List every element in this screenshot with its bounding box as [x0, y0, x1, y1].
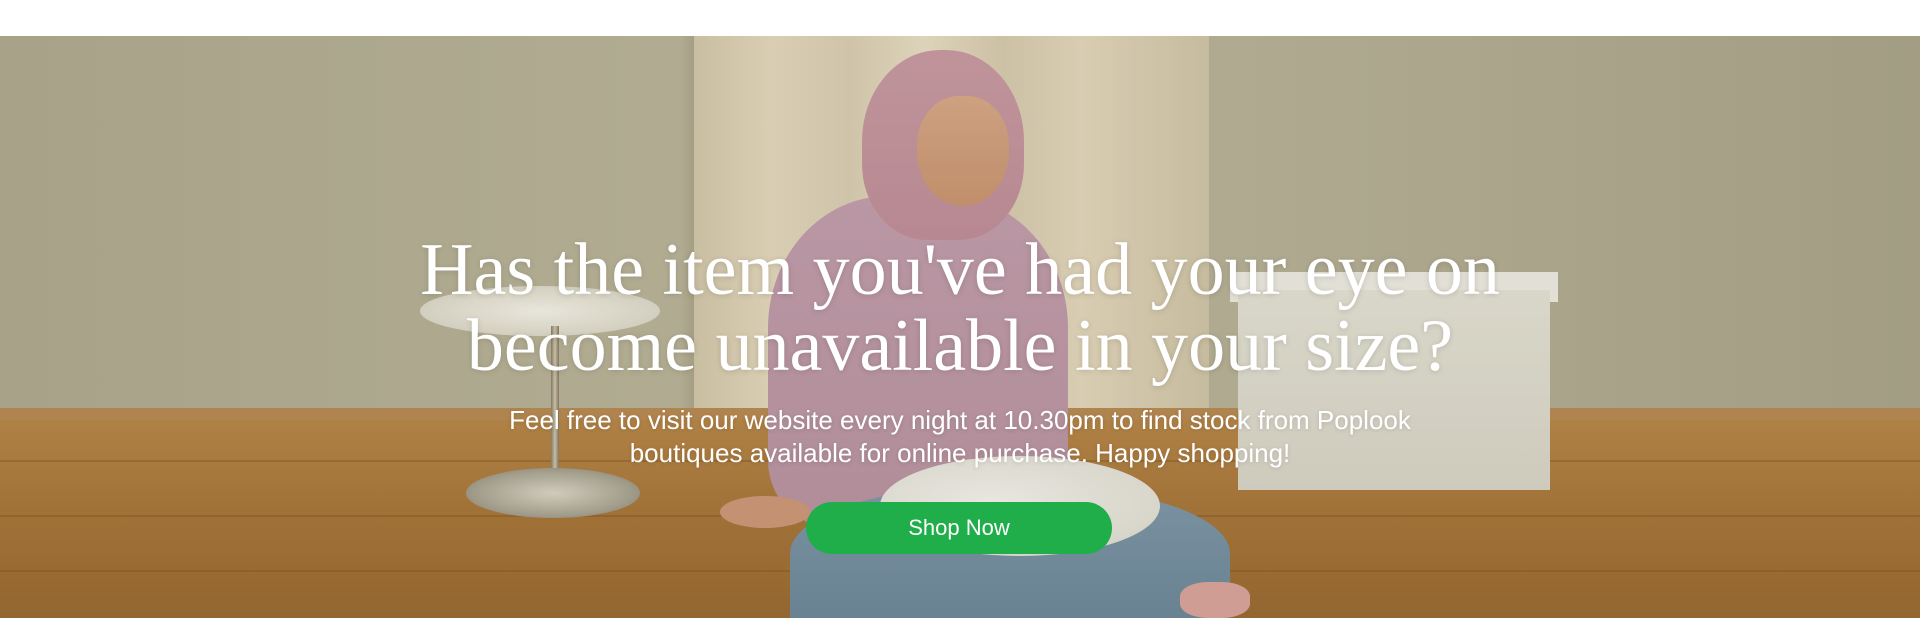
hero-banner: Has the item you've had your eye on beco… — [0, 36, 1920, 618]
headline-line-2: become unavailable in your size? — [466, 305, 1454, 387]
hero-subtext: Feel free to visit our website every nig… — [0, 404, 1920, 470]
subtext-line-1: Feel free to visit our website every nig… — [509, 405, 1411, 435]
top-white-strip — [0, 0, 1920, 36]
shop-now-button[interactable]: Shop Now — [806, 502, 1112, 554]
hero-headline: Has the item you've had your eye on beco… — [0, 232, 1920, 384]
subtext-line-2: boutiques available for online purchase.… — [629, 438, 1291, 468]
headline-line-1: Has the item you've had your eye on — [420, 229, 1500, 311]
